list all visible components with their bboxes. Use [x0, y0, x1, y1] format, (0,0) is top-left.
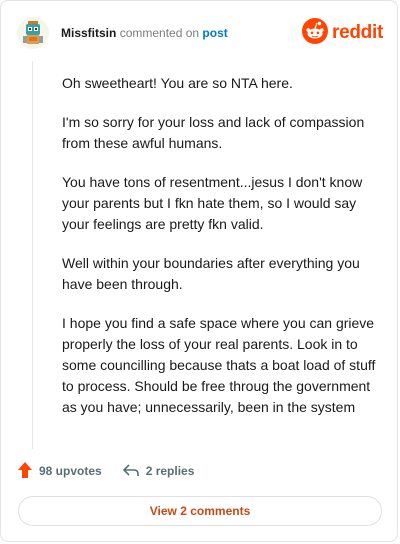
- comment-paragraph: Oh sweetheart! You are so NTA here.: [62, 75, 293, 91]
- avatar-icon[interactable]: [17, 17, 49, 49]
- username-link[interactable]: Missfitsin: [61, 26, 116, 40]
- upvote-button[interactable]: 98 upvotes: [17, 461, 102, 482]
- comment-paragraph: I hope you find a safe space where you c…: [62, 315, 376, 415]
- reddit-logo-icon: [302, 17, 329, 49]
- thread-line[interactable]: [32, 61, 33, 449]
- reddit-wordmark: reddit: [332, 22, 383, 43]
- reply-arrow-icon: [122, 463, 140, 480]
- comment-card: Missfitsin commented on post reddit Oh s…: [0, 0, 398, 542]
- comment-paragraph: You have tons of resentment...jesus I do…: [62, 174, 363, 232]
- comment-byline: Missfitsin commented on post: [61, 26, 228, 40]
- comment-paragraph: Well within your boundaries after everyt…: [62, 255, 360, 292]
- action-text: commented on: [119, 26, 200, 40]
- upvote-arrow-icon: [17, 461, 33, 482]
- reply-button[interactable]: 2 replies: [122, 463, 195, 480]
- view-comments-button[interactable]: View 2 comments: [18, 496, 382, 526]
- reply-count: 2 replies: [145, 464, 195, 478]
- comment-body: Oh sweetheart! You are so NTA here. I'm …: [62, 73, 377, 436]
- upvote-count: 98 upvotes: [39, 464, 102, 478]
- comment-paragraph: I'm so sorry for your loss and lack of c…: [62, 114, 365, 151]
- comment-actions: 98 upvotes 2 replies: [17, 459, 377, 483]
- post-link[interactable]: post: [202, 26, 227, 40]
- comment-header: Missfitsin commented on post reddit: [17, 17, 383, 49]
- reddit-logo[interactable]: reddit: [302, 17, 383, 49]
